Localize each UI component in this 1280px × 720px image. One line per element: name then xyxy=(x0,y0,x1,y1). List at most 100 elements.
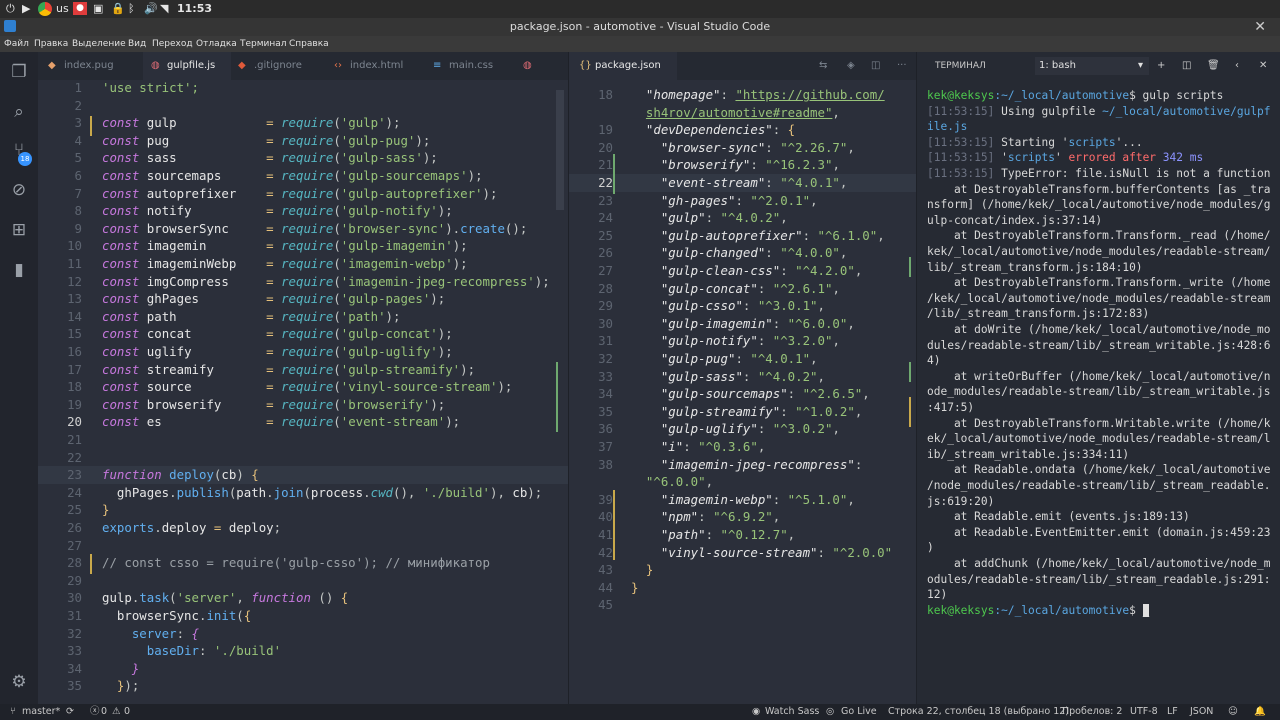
line-number: 18 xyxy=(598,87,613,102)
git-modified-marker xyxy=(613,490,615,560)
chevron-down-icon: ▾ xyxy=(1137,60,1143,71)
terminal-line: 4) xyxy=(927,354,941,368)
tab-index-pug[interactable]: ◆ index.pug xyxy=(48,52,143,80)
search-icon[interactable]: ⌕ xyxy=(9,102,29,122)
git-icon: ◆ xyxy=(238,60,246,71)
code-line: server: { xyxy=(131,625,199,641)
line-number: 26 xyxy=(67,520,82,535)
scrollbar-thumb[interactable] xyxy=(556,90,564,210)
tab-gitignore[interactable]: ◆ .gitignore xyxy=(238,52,328,80)
trash-icon[interactable]: 🗑 xyxy=(1207,52,1220,80)
terminal-line: /lib/_stream_transform.js:172:83) xyxy=(927,307,1150,321)
terminal-line: at Readable.emit (events.js:189:13) xyxy=(927,510,1190,524)
add-terminal-icon[interactable]: + xyxy=(1157,52,1165,80)
terminal-line: 12) xyxy=(927,588,948,602)
menu-selection[interactable]: Выделение xyxy=(72,36,126,52)
tab-main-css[interactable]: ≡ main.css xyxy=(433,52,523,80)
terminal-shell-select[interactable]: 1: bash ▾ xyxy=(1035,57,1149,75)
screencast-icon[interactable]: ● xyxy=(73,2,87,15)
error-count[interactable]: 0 xyxy=(101,704,107,720)
terminal-line: at DestroyableTransform.Transform._read … xyxy=(927,229,1271,243)
line-number: 6 xyxy=(74,168,82,183)
menu-file[interactable]: Файл xyxy=(4,36,29,52)
go-live[interactable]: Go Live xyxy=(841,704,877,720)
line-number: 7 xyxy=(74,185,82,201)
line-number: 24 xyxy=(67,484,82,500)
line-number xyxy=(569,473,613,491)
menu-terminal[interactable]: Терминал xyxy=(240,36,287,52)
tab-index-html[interactable]: ‹› index.html xyxy=(334,52,424,80)
warning-count[interactable]: 0 xyxy=(124,704,130,720)
code-line: const gulp = require('gulp'); xyxy=(102,115,401,131)
code-line: function deploy(cb) { xyxy=(102,467,259,483)
menu-edit[interactable]: Правка xyxy=(34,36,68,52)
git-modified-marker xyxy=(90,116,92,136)
line-number: 28 xyxy=(67,555,82,571)
volume-icon[interactable]: 🔊 xyxy=(144,1,158,17)
line-number: 13 xyxy=(67,291,82,307)
eol[interactable]: LF xyxy=(1167,704,1178,720)
chrome-icon[interactable] xyxy=(38,2,52,16)
line-number: 35 xyxy=(598,403,613,419)
more-actions-icon[interactable]: ··· xyxy=(897,52,913,80)
smiley-icon[interactable]: ☺ xyxy=(1228,704,1238,720)
cursor-position[interactable]: Строка 22, столбец 18 (выбрано 12) xyxy=(888,704,1069,720)
extensions-icon[interactable]: ⊞ xyxy=(9,220,29,240)
display-icon[interactable]: ▣ xyxy=(93,1,103,17)
wifi-icon[interactable]: ◥ xyxy=(160,1,168,17)
language-indicator[interactable]: us xyxy=(56,1,69,17)
gear-icon[interactable]: ⚙ xyxy=(9,672,29,692)
watch-sass[interactable]: Watch Sass xyxy=(765,704,819,720)
line-number: 11 xyxy=(67,256,82,271)
explorer-icon[interactable]: ❐ xyxy=(9,62,29,82)
line-number: 14 xyxy=(67,308,82,324)
menu-debug[interactable]: Отладка xyxy=(196,36,237,52)
language-mode[interactable]: JSON xyxy=(1190,704,1213,720)
status-bar: ⑂ master* ⟳ ⓧ 0 ⚠ 0 ◉ Watch Sass ◎ Go Li… xyxy=(0,704,1280,720)
code-line: const streamify = require('gulp-streamif… xyxy=(102,361,476,377)
git-branch[interactable]: master* xyxy=(22,704,60,720)
terminal-line: [11:53:15] TypeError: file.isNull is not… xyxy=(927,167,1271,180)
code-line: "event-stream": "^4.0.1", xyxy=(660,175,848,190)
play-icon[interactable]: ▶ xyxy=(22,1,30,17)
line-number: 33 xyxy=(67,643,82,659)
line-number: 31 xyxy=(67,608,82,623)
close-panel-icon[interactable]: ✕ xyxy=(1259,52,1267,80)
clock[interactable]: 11:53 xyxy=(177,1,212,17)
error-icon: ⓧ xyxy=(90,706,100,717)
diff-icon[interactable]: ◈ xyxy=(847,52,861,80)
code-line: "gulp-sass": "^4.0.2", xyxy=(660,368,825,384)
menu-help[interactable]: Справка xyxy=(289,36,329,52)
menu-bar: Файл Правка Выделение Вид Переход Отладк… xyxy=(0,36,1280,52)
compare-icon[interactable]: ⇆ xyxy=(819,52,833,80)
menu-go[interactable]: Переход xyxy=(152,36,193,52)
tab-gulpfile[interactable]: ◍ gulpfile.js xyxy=(143,52,231,80)
power-icon[interactable]: ⏻ xyxy=(6,1,15,17)
bookmark-icon[interactable]: ▮ xyxy=(9,260,29,280)
git-added-marker xyxy=(556,362,558,432)
lock-icon[interactable]: 🔒 xyxy=(111,1,125,17)
tab-package-json[interactable]: {} package.json xyxy=(569,52,677,80)
code-line: "^6.0.0", xyxy=(645,474,714,490)
line-number: 27 xyxy=(67,537,82,553)
terminal-title[interactable]: ТЕРМИНАЛ xyxy=(935,52,986,80)
debug-icon[interactable]: ⊘ xyxy=(9,180,29,200)
code-line: const pug = require('gulp-pug'); xyxy=(102,132,431,148)
split-editor-icon[interactable]: ◫ xyxy=(871,52,885,80)
indent-spaces[interactable]: Пробелов: 2 xyxy=(1062,704,1122,720)
encoding[interactable]: UTF-8 xyxy=(1130,704,1158,720)
chevron-left-icon[interactable]: ‹ xyxy=(1235,52,1239,80)
line-number: 36 xyxy=(598,421,613,437)
editor-gulpfile: ◆ index.pug ◍ gulpfile.js ◆ .gitignore ‹› in… xyxy=(38,52,568,704)
line-number: 19 xyxy=(598,122,613,138)
close-icon[interactable]: ✕ xyxy=(1254,18,1266,36)
css-icon: ≡ xyxy=(433,60,442,71)
sync-icon[interactable]: ⟳ xyxy=(66,704,74,720)
bluetooth-icon[interactable]: ᛒ xyxy=(128,1,135,17)
split-terminal-icon[interactable]: ◫ xyxy=(1182,52,1191,80)
line-number: 45 xyxy=(598,597,613,613)
bell-icon[interactable]: 🔔 xyxy=(1254,704,1266,720)
menu-view[interactable]: Вид xyxy=(128,36,146,52)
line-number: 8 xyxy=(74,203,82,219)
tab-overflow[interactable]: ◍ xyxy=(523,52,563,80)
